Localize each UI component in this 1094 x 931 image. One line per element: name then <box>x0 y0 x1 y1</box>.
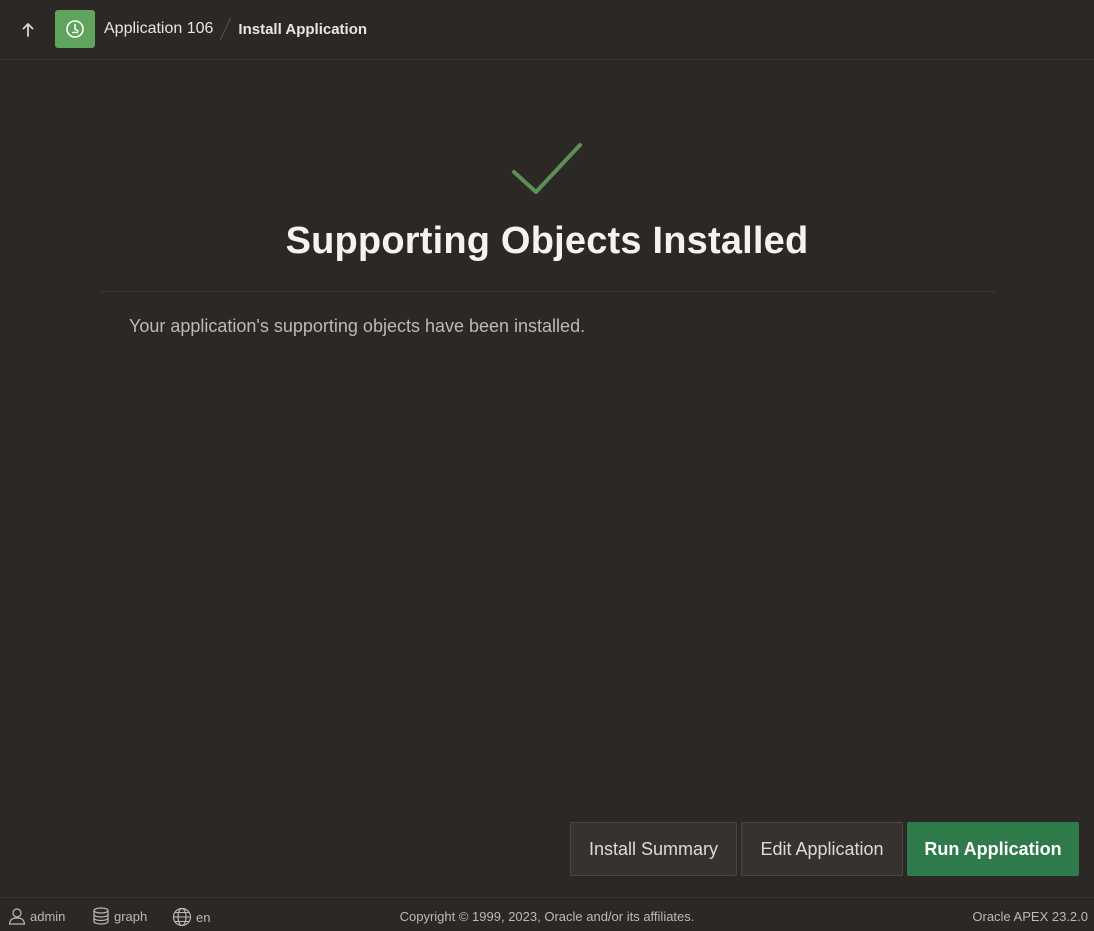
edit-application-button[interactable]: Edit Application <box>741 822 903 876</box>
divider <box>100 291 995 292</box>
run-application-button[interactable]: Run Application <box>907 822 1079 876</box>
page-title: Supporting Objects Installed <box>285 220 809 262</box>
top-bar: Application 106 Install Application <box>0 0 1094 60</box>
breadcrumb-application-link[interactable]: Application 106 <box>104 20 213 38</box>
arrow-up-icon[interactable] <box>14 16 42 44</box>
version-label: Oracle APEX 23.2.0 <box>972 909 1088 924</box>
checkmark-icon <box>512 143 582 194</box>
app-badge-icon[interactable] <box>55 10 95 48</box>
footer: admin graph en Copyright © 1999, 2023, O… <box>0 897 1094 931</box>
breadcrumb-separator <box>220 18 232 40</box>
copyright-text: Copyright © 1999, 2023, Oracle and/or it… <box>399 909 695 924</box>
breadcrumb: Application 106 Install Application <box>104 18 367 40</box>
breadcrumb-current: Install Application <box>238 20 368 38</box>
install-summary-button[interactable]: Install Summary <box>570 822 737 876</box>
success-message: Your application's supporting objects ha… <box>129 316 586 336</box>
